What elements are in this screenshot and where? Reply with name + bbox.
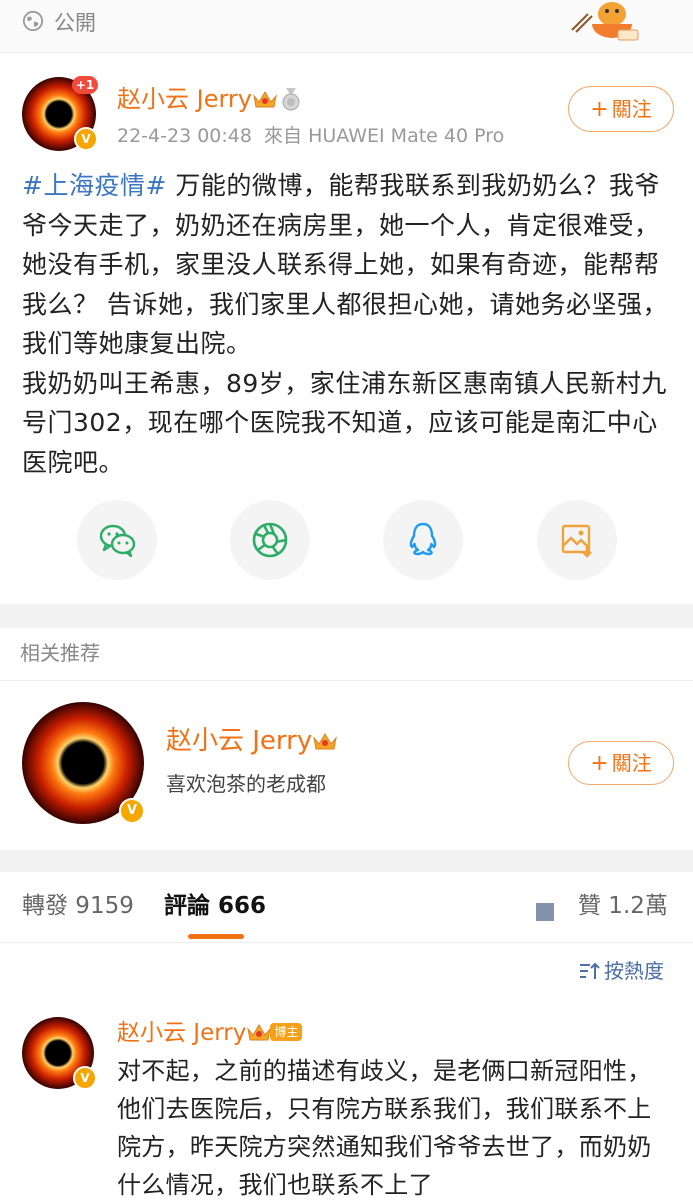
follow-label: 關注 [611, 97, 652, 121]
author-name[interactable]: 赵小云 Jerry [117, 85, 252, 113]
recommended-user-bio: 喜欢泡茶的老成都 [166, 772, 326, 796]
verified-badge-icon: V [74, 127, 98, 151]
plus-icon: + [590, 751, 609, 776]
author-name-row[interactable]: 赵小云 Jerry [117, 84, 302, 114]
wechat-icon [99, 524, 136, 558]
post-content: #上海疫情# 万能的微博，能帮我联系到我奶奶么？我爷爷今天走了，奶奶还在病房里，… [22, 166, 672, 482]
recommended-user-name-row[interactable]: 赵小云 Jerry [166, 726, 338, 756]
divider [0, 942, 693, 943]
sort-icon [580, 962, 600, 979]
sort-label: 按熱度 [604, 959, 664, 983]
follow-label: 關注 [611, 751, 652, 775]
vip-crown-icon [247, 1024, 272, 1041]
recommended-user-name[interactable]: 赵小云 Jerry [166, 726, 312, 756]
verified-badge-icon: V [119, 798, 145, 824]
tab-likes[interactable]: 贊 1.2萬 [578, 890, 668, 922]
plus-icon: + [590, 97, 609, 122]
share-qq-button[interactable] [383, 500, 463, 580]
moments-icon [252, 522, 288, 558]
share-wechat-button[interactable] [77, 500, 157, 580]
vip-crown-icon [313, 733, 338, 750]
host-badge: 博主 [270, 1023, 303, 1041]
post-meta: 22-4-23 00:48 來自 HUAWEI Mate 40 Pro [117, 123, 504, 149]
tab-reposts[interactable]: 轉發 9159 [22, 890, 134, 922]
section-gap [0, 604, 693, 628]
privacy-label: 公開 [54, 11, 96, 35]
post-text-2: 我奶奶叫王希惠，89岁，家住浦东新区惠南镇人民新村九号门302，现在哪个医院我不… [22, 368, 667, 477]
comment-text: 对不起，之前的描述有歧义，是老俩口新冠阳性，他们去医院后，只有院方联系我们，我们… [117, 1057, 652, 1199]
food-sticker-icon [571, 2, 639, 41]
share-moments-button[interactable] [230, 500, 310, 580]
recommended-follow-button[interactable]: + 關注 [568, 741, 674, 785]
notification-badge: +1 [72, 76, 98, 94]
commenter-name[interactable]: 赵小云 Jerry [117, 1020, 246, 1046]
verified-badge-icon: V [73, 1066, 97, 1090]
save-image-icon [561, 524, 592, 558]
follow-button[interactable]: + 關注 [568, 86, 674, 132]
square-marker [536, 903, 554, 921]
post-source: 來自 HUAWEI Mate 40 Pro [264, 125, 505, 147]
medal-icon [282, 88, 300, 111]
privacy-bar: 公開 [0, 0, 693, 53]
post-paragraph-1: #上海疫情# 万能的微博，能帮我联系到我奶奶么？我爷爷今天走了，奶奶还在病房里，… [22, 166, 672, 364]
globe-icon [22, 10, 44, 32]
hashtag-link[interactable]: #上海疫情# [22, 171, 167, 200]
active-tab-indicator [188, 934, 244, 939]
section-gap [0, 850, 693, 872]
qq-icon [409, 522, 437, 556]
related-title: 相关推荐 [20, 641, 100, 665]
vip-crown-icon [253, 91, 277, 108]
sort-by-hot-button[interactable]: 按熱度 [578, 957, 664, 985]
save-image-button[interactable] [537, 500, 617, 580]
post-timestamp: 22-4-23 00:48 [117, 125, 252, 147]
tab-comments[interactable]: 評論 666 [164, 890, 266, 922]
commenter-name-row[interactable]: 赵小云 Jerry 博主 [117, 1018, 303, 1048]
divider [0, 680, 693, 681]
